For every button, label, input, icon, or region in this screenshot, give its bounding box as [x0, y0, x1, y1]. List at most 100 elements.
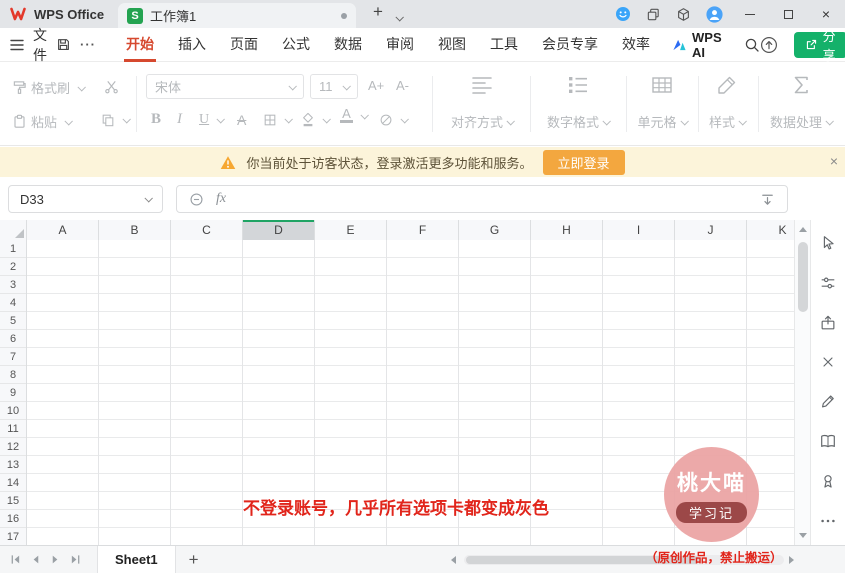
- tab-page[interactable]: 页面: [218, 28, 270, 62]
- font-color-button[interactable]: A: [340, 107, 369, 123]
- column-header-i[interactable]: I: [603, 220, 675, 240]
- row-header[interactable]: 6: [0, 330, 26, 348]
- close-button[interactable]: ×: [807, 0, 845, 28]
- notice-close-icon[interactable]: ×: [830, 153, 838, 169]
- row-header[interactable]: 14: [0, 474, 26, 492]
- clear-format-button[interactable]: [379, 113, 409, 127]
- settings-sliders-icon[interactable]: [819, 274, 837, 292]
- shrink-font-button[interactable]: A-: [396, 78, 409, 93]
- strikethrough-button[interactable]: A: [237, 112, 246, 128]
- name-box[interactable]: D33: [8, 185, 163, 213]
- cut-button[interactable]: [104, 79, 119, 94]
- tab-review[interactable]: 审阅: [374, 28, 426, 62]
- close-panel-x-icon[interactable]: [820, 354, 836, 370]
- row-header[interactable]: 17: [0, 528, 26, 545]
- column-header-h[interactable]: H: [531, 220, 603, 240]
- vertical-scroll-thumb[interactable]: [798, 242, 808, 312]
- font-name-select[interactable]: 宋体: [146, 74, 304, 99]
- styles-group-button[interactable]: 样式: [700, 71, 754, 137]
- cloud-upload-icon[interactable]: [760, 36, 778, 54]
- circle-minus-icon[interactable]: [189, 192, 204, 207]
- next-sheet-icon[interactable]: [50, 554, 61, 565]
- row-header[interactable]: 1: [0, 240, 26, 258]
- row-header[interactable]: 5: [0, 312, 26, 330]
- search-icon[interactable]: [744, 37, 760, 53]
- pen-edit-icon[interactable]: [819, 392, 837, 410]
- formula-bar[interactable]: fx: [176, 185, 788, 213]
- format-painter-button[interactable]: 格式刷: [12, 78, 86, 97]
- font-size-select[interactable]: 11: [310, 74, 358, 99]
- row-header[interactable]: 4: [0, 294, 26, 312]
- tab-membership[interactable]: 会员专享: [530, 28, 610, 62]
- tab-tools[interactable]: 工具: [478, 28, 530, 62]
- document-tab[interactable]: S 工作簿1: [118, 3, 356, 28]
- assistant-smiley-icon[interactable]: [615, 6, 631, 22]
- column-header-a[interactable]: A: [27, 220, 99, 240]
- tab-insert[interactable]: 插入: [166, 28, 218, 62]
- minimize-button[interactable]: [731, 0, 769, 28]
- share-button[interactable]: 分享: [793, 29, 845, 63]
- scroll-down-icon[interactable]: [799, 533, 807, 538]
- tab-view[interactable]: 视图: [426, 28, 478, 62]
- tab-efficiency[interactable]: 效率: [610, 28, 662, 62]
- column-header-d-selected[interactable]: D: [243, 220, 315, 240]
- expand-formula-bar-icon[interactable]: [760, 192, 775, 207]
- more-dots-icon[interactable]: [819, 512, 837, 530]
- alignment-group-button[interactable]: 对齐方式: [436, 71, 528, 137]
- wps-ai-button[interactable]: WPS AI: [672, 30, 722, 60]
- row-header[interactable]: 13: [0, 456, 26, 474]
- column-header-b[interactable]: B: [99, 220, 171, 240]
- paste-button[interactable]: 粘贴: [12, 112, 73, 131]
- cells-group-button[interactable]: 单元格: [630, 71, 694, 137]
- file-menu[interactable]: 文件: [33, 25, 47, 65]
- bold-button[interactable]: B: [151, 111, 161, 128]
- copy-button[interactable]: [101, 113, 131, 127]
- scroll-up-icon[interactable]: [799, 227, 807, 232]
- column-header-k[interactable]: K: [747, 220, 794, 240]
- grow-font-button[interactable]: A+: [368, 78, 384, 93]
- seal-stamp-icon[interactable]: [819, 472, 837, 490]
- select-cursor-icon[interactable]: [819, 234, 837, 252]
- row-header[interactable]: 3: [0, 276, 26, 294]
- user-avatar[interactable]: [706, 5, 723, 23]
- tab-list-dropdown[interactable]: [392, 9, 404, 24]
- row-header[interactable]: 7: [0, 348, 26, 366]
- maximize-button[interactable]: [769, 0, 807, 28]
- row-header[interactable]: 2: [0, 258, 26, 276]
- number-format-group-button[interactable]: 数字格式: [534, 71, 622, 137]
- windows-stack-icon[interactable]: [646, 7, 661, 22]
- row-header[interactable]: 12: [0, 438, 26, 456]
- column-header-j[interactable]: J: [675, 220, 747, 240]
- borders-button[interactable]: [263, 113, 293, 127]
- select-all-corner[interactable]: [0, 220, 27, 240]
- apps-cube-icon[interactable]: [676, 7, 691, 22]
- italic-button[interactable]: I: [177, 111, 182, 128]
- hamburger-menu-icon[interactable]: [10, 39, 24, 51]
- underline-button[interactable]: U: [199, 112, 226, 128]
- tab-data[interactable]: 数据: [322, 28, 374, 62]
- save-icon[interactable]: [56, 37, 71, 52]
- hscroll-right-icon[interactable]: [789, 556, 794, 564]
- book-icon[interactable]: [819, 432, 837, 450]
- add-sheet-button[interactable]: +: [189, 547, 199, 573]
- fill-color-button[interactable]: [301, 112, 331, 127]
- data-processing-group-button[interactable]: 数据处理: [760, 71, 842, 137]
- last-sheet-icon[interactable]: [70, 554, 81, 565]
- row-header[interactable]: 11: [0, 420, 26, 438]
- sheet-tab-sheet1[interactable]: Sheet1: [97, 546, 176, 573]
- row-header[interactable]: 9: [0, 384, 26, 402]
- tab-home[interactable]: 开始: [114, 28, 166, 62]
- first-sheet-icon[interactable]: [10, 554, 21, 565]
- row-header[interactable]: 8: [0, 366, 26, 384]
- export-panel-icon[interactable]: [819, 314, 837, 332]
- new-document-button[interactable]: +: [368, 2, 388, 22]
- tab-formulas[interactable]: 公式: [270, 28, 322, 62]
- row-header[interactable]: 16: [0, 510, 26, 528]
- column-header-g[interactable]: G: [459, 220, 531, 240]
- prev-sheet-icon[interactable]: [30, 554, 41, 565]
- row-header[interactable]: 10: [0, 402, 26, 420]
- column-header-f[interactable]: F: [387, 220, 459, 240]
- hscroll-left-icon[interactable]: [451, 556, 456, 564]
- vertical-scrollbar[interactable]: [794, 220, 811, 545]
- column-header-c[interactable]: C: [171, 220, 243, 240]
